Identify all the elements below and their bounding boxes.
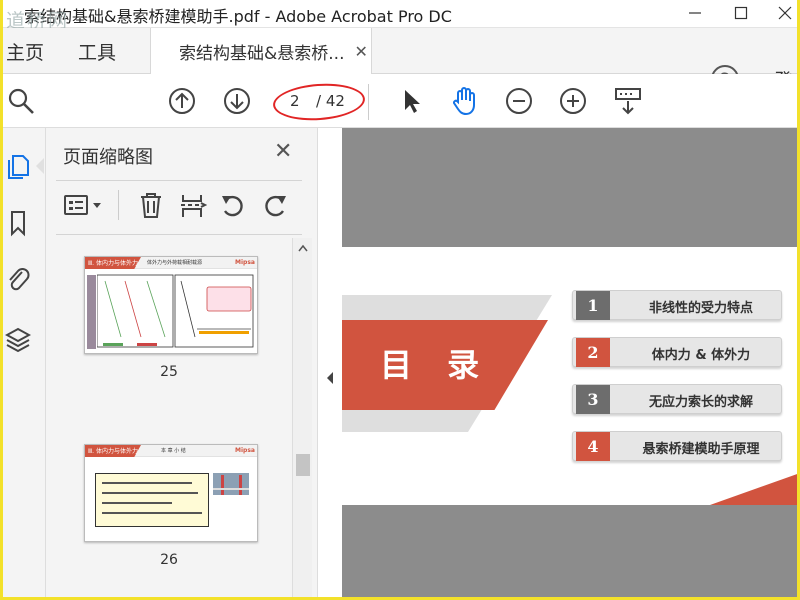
panel-close-icon[interactable]: ✕: [274, 139, 292, 164]
scroll-mode-icon[interactable]: [613, 86, 643, 116]
thumbnail-25-header: Ⅲ. 体内力与体外力: [88, 260, 138, 267]
window-title: 索结构基础&悬索桥建模助手.pdf - Adobe Acrobat Pro DC: [24, 7, 452, 26]
thumbnail-scrollbar[interactable]: [292, 238, 312, 600]
hand-tool-icon[interactable]: [449, 86, 479, 116]
minimize-button[interactable]: [672, 0, 718, 26]
menu-bar: 主页 工具 ? 登: [0, 28, 800, 93]
toc-text-2: 体内力 & 体外力: [651, 348, 751, 363]
previous-page-icon[interactable]: [167, 86, 197, 116]
thumbnail-25-logo: Mipsa: [235, 259, 255, 266]
thumbnails-panel: 页面缩略图 ✕ Ⅲ. 体内力与体外力 体外力与外荷载相耐载源 Mipsa 25 …: [46, 128, 318, 600]
attachment-icon[interactable]: [4, 264, 32, 294]
thumbnail-26-subheader: 本 章 小 结: [161, 448, 186, 454]
page-thumbnails-icon[interactable]: [4, 150, 32, 180]
toc-banner-title: 目 录: [380, 346, 492, 384]
title-bar: 索结构基础&悬索桥建模助手.pdf - Adobe Acrobat Pro DC…: [0, 0, 800, 32]
page-thumbnail-26[interactable]: Ⅲ. 体内力与体外力 本 章 小 结 Mipsa: [84, 444, 258, 542]
document-tab[interactable]: 索结构基础&悬索桥... ✕: [150, 28, 372, 74]
menu-tools[interactable]: 工具: [78, 38, 116, 65]
extract-pages-icon[interactable]: [178, 190, 208, 220]
maximize-icon: [734, 6, 748, 20]
maximize-button[interactable]: [718, 0, 764, 26]
document-tab-label: 索结构基础&悬索桥...: [179, 43, 345, 64]
panel-title: 页面缩略图: [63, 147, 153, 168]
thumbnail-26-logo: Mipsa: [235, 447, 255, 454]
toc-number-3: 3: [576, 385, 610, 414]
toc-item-3: 3 无应力索长的求解: [572, 384, 782, 414]
thumbnail-25-subheader: 体外力与外荷载相耐载源: [147, 260, 203, 266]
panel-divider: [56, 180, 302, 181]
zoom-out-icon[interactable]: [504, 86, 534, 116]
delete-icon[interactable]: [136, 190, 166, 220]
toc-text-1: 非线性的受力特点: [648, 301, 753, 316]
zoom-in-icon[interactable]: [558, 86, 588, 116]
rotate-counterclockwise-icon[interactable]: [218, 190, 248, 220]
toc-text-3: 无应力索长的求解: [648, 395, 753, 410]
slide-page: 目 录 1 非线性的受力特点 2 体内力 & 体外力 3 无应力索长的求解 4 …: [342, 247, 800, 505]
minimize-icon: [689, 12, 701, 14]
thumbnail-25-label: 25: [160, 364, 178, 380]
close-icon: [778, 6, 792, 20]
thumbnail-options-icon[interactable]: [62, 190, 108, 220]
slide-corner-accent: [710, 473, 800, 505]
menu-home[interactable]: 主页: [6, 38, 44, 65]
toc-number-4: 4: [576, 432, 610, 461]
thumbnail-26-summary-box: [95, 473, 209, 527]
rotate-clockwise-icon[interactable]: [260, 190, 290, 220]
scroll-up-icon: [298, 244, 308, 252]
select-tool-icon[interactable]: [396, 86, 426, 116]
thumbnail-26-header: Ⅲ. 体内力与体外力: [88, 448, 138, 455]
panel-divider-2: [56, 234, 302, 235]
toolbar-divider: [368, 84, 369, 120]
search-icon[interactable]: [6, 86, 36, 116]
toc-text-4: 悬索桥建模助手原理: [642, 442, 760, 457]
thumbnail-26-label: 26: [160, 552, 178, 568]
toc-item-2: 2 体内力 & 体外力: [572, 337, 782, 367]
thumbnail-25-figure: [97, 274, 254, 348]
document-viewer[interactable]: 目 录 1 非线性的受力特点 2 体内力 & 体外力 3 无应力索长的求解 4 …: [342, 128, 800, 600]
toc-item-1: 1 非线性的受力特点: [572, 290, 782, 320]
toolbar: 2 / 42: [0, 74, 800, 128]
navigation-strip: [0, 128, 46, 600]
collapse-panel-icon[interactable]: [320, 368, 340, 388]
next-page-icon[interactable]: [222, 86, 252, 116]
close-button[interactable]: [762, 0, 800, 26]
toc-item-4: 4 悬索桥建模助手原理: [572, 431, 782, 461]
active-indicator: [36, 158, 44, 174]
thumbnail-26-photo: [213, 473, 249, 495]
toc-number-2: 2: [576, 338, 610, 367]
tab-close-icon[interactable]: ✕: [354, 42, 367, 61]
panel-toolbar-divider: [118, 190, 119, 220]
scroll-thumb[interactable]: [296, 454, 310, 476]
thumbnail-list: Ⅲ. 体内力与体外力 体外力与外荷载相耐载源 Mipsa 25 Ⅲ. 体内力与体…: [46, 238, 292, 600]
page-thumbnail-25[interactable]: Ⅲ. 体内力与体外力 体外力与外荷载相耐载源 Mipsa: [84, 256, 258, 354]
layers-icon[interactable]: [4, 324, 32, 354]
bookmark-icon[interactable]: [4, 208, 32, 238]
toc-number-1: 1: [576, 291, 610, 320]
